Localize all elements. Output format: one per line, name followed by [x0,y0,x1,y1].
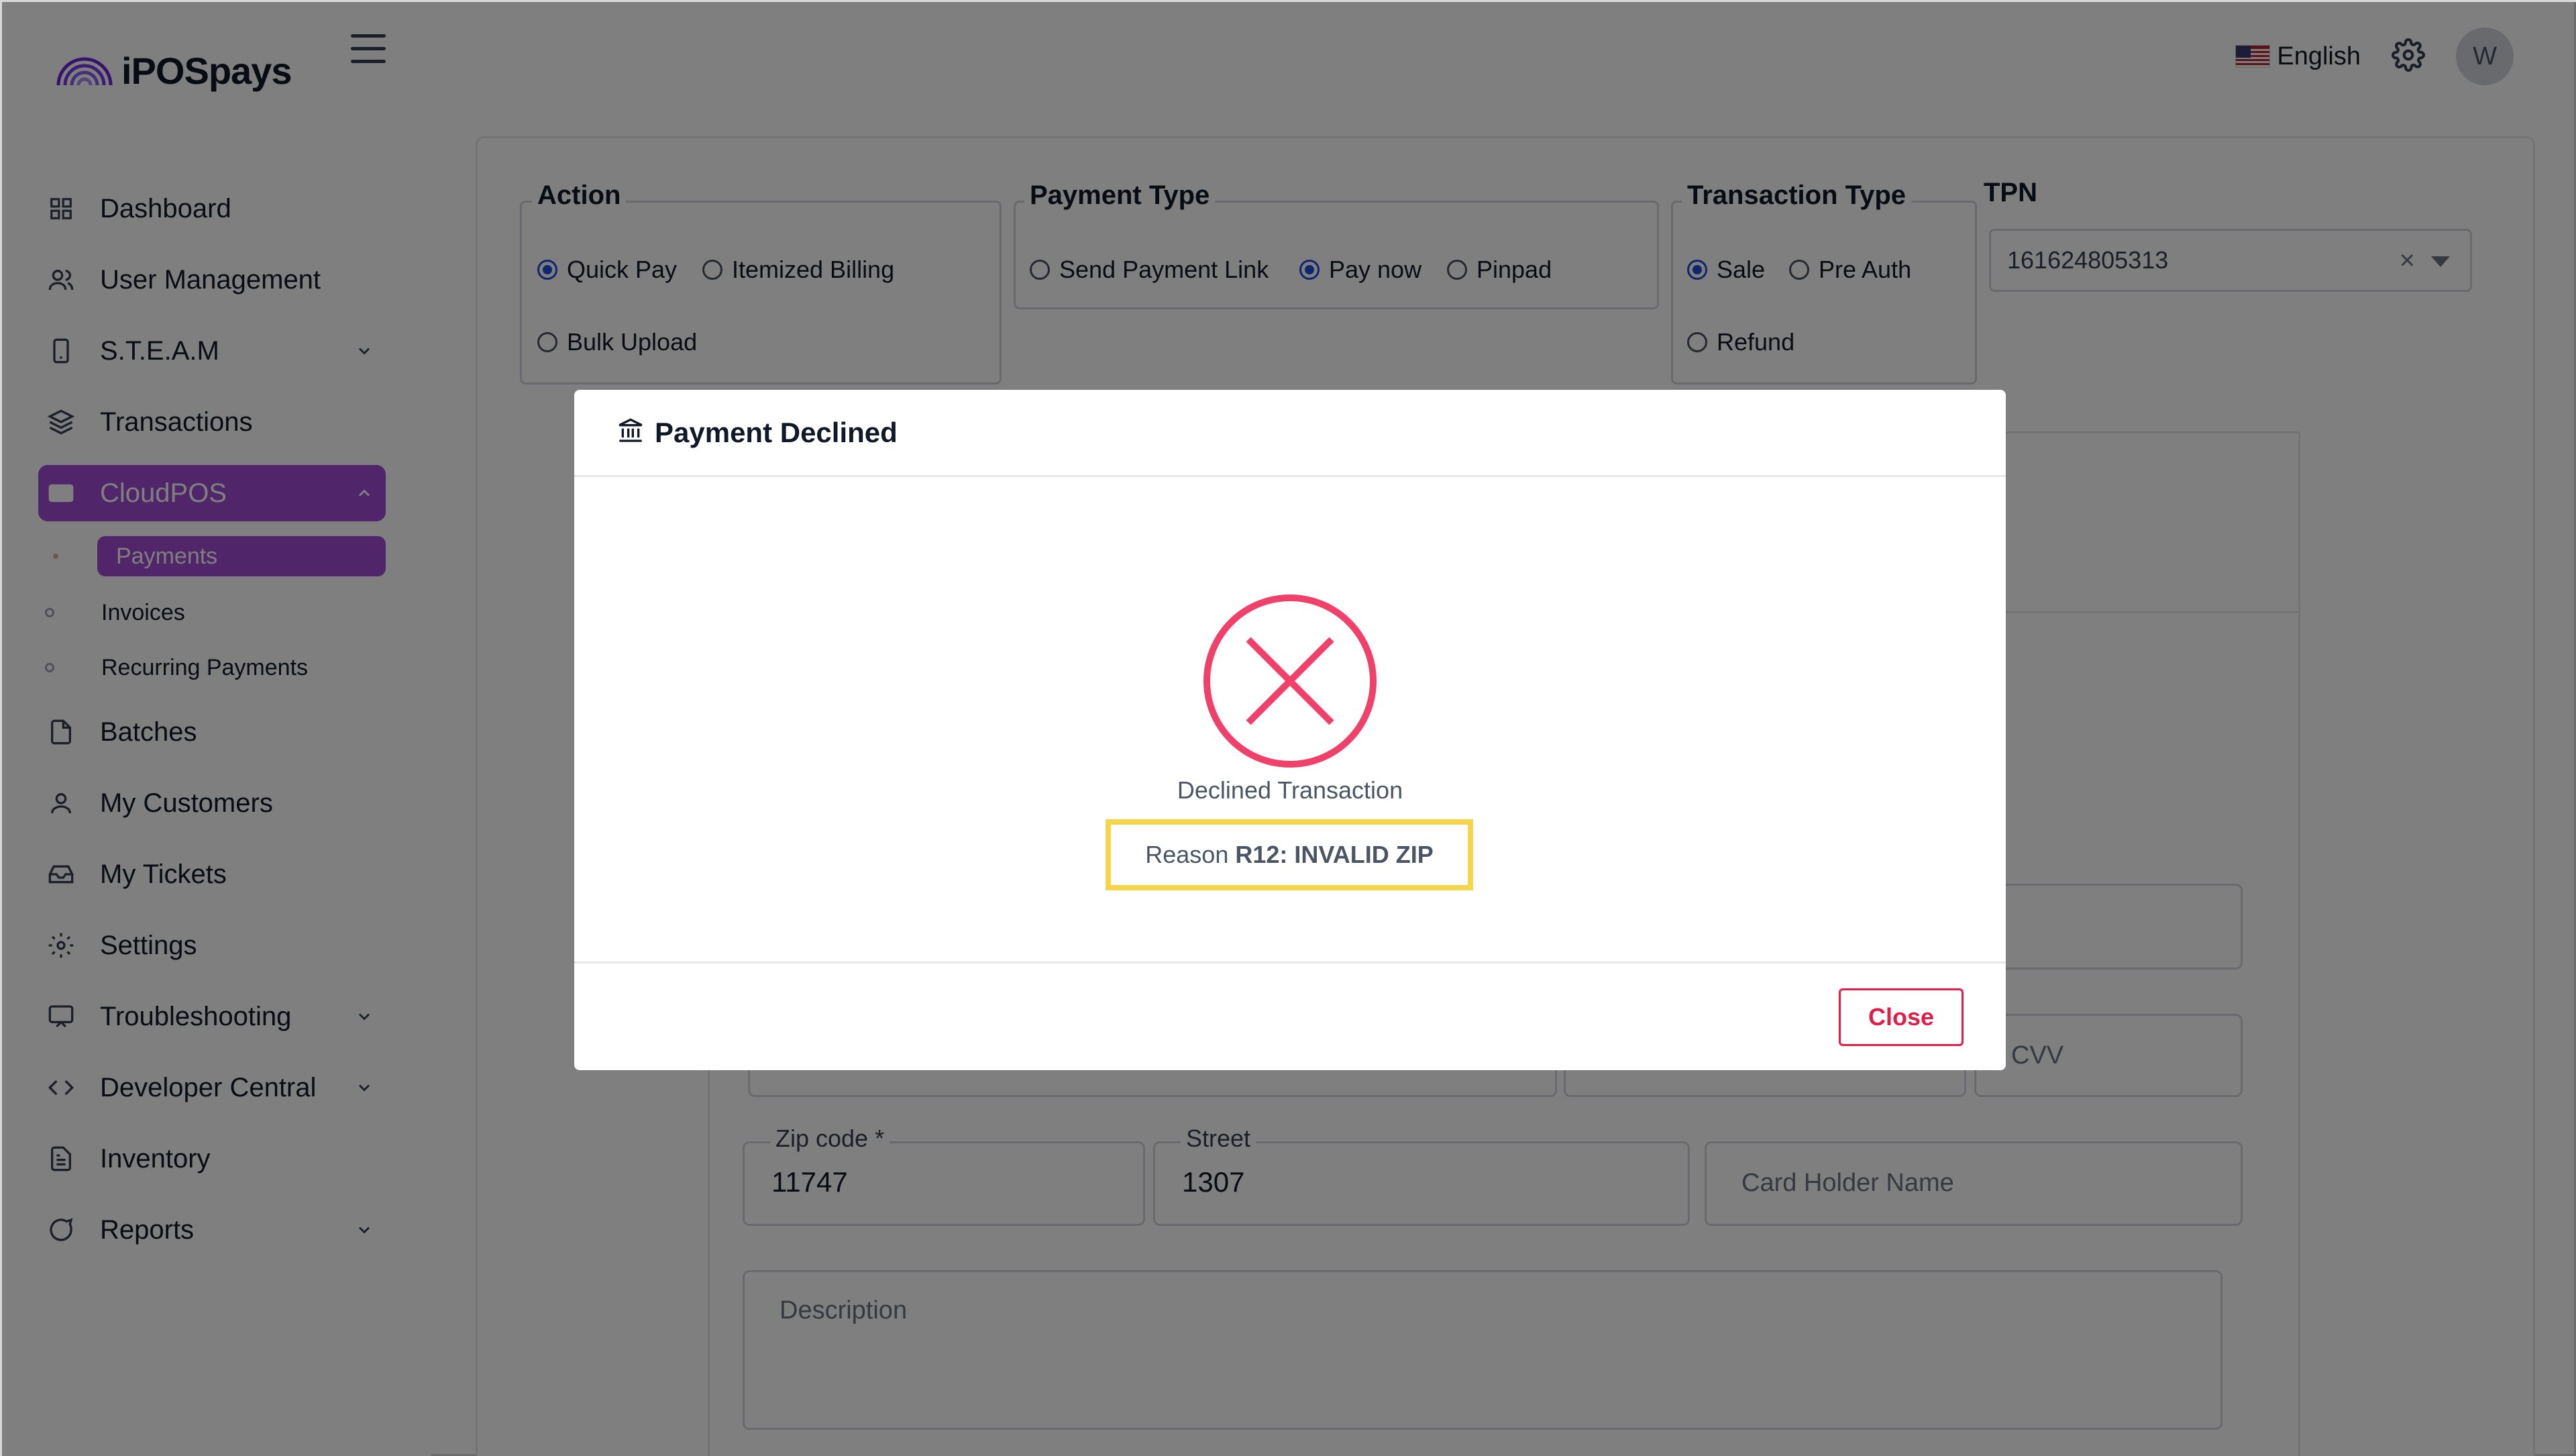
app-frame: iPOSpays Dashboard User Management S.T.E… [0,0,2576,1456]
bank-icon [617,417,644,448]
decline-reason: Reason R12: INVALID ZIP [1106,819,1473,890]
close-button[interactable]: Close [1839,988,1964,1046]
declined-x-icon [1203,594,1377,768]
modal-footer-divider [574,961,2006,964]
modal-header: Payment Declined [574,390,2006,477]
payment-declined-modal: Payment Declined Declined Transaction Re… [574,390,2006,1070]
reason-code: R12: INVALID ZIP [1235,841,1434,868]
declined-status-text: Declined Transaction [1177,776,1403,804]
reason-label: Reason [1145,841,1229,868]
modal-title: Payment Declined [655,416,898,448]
